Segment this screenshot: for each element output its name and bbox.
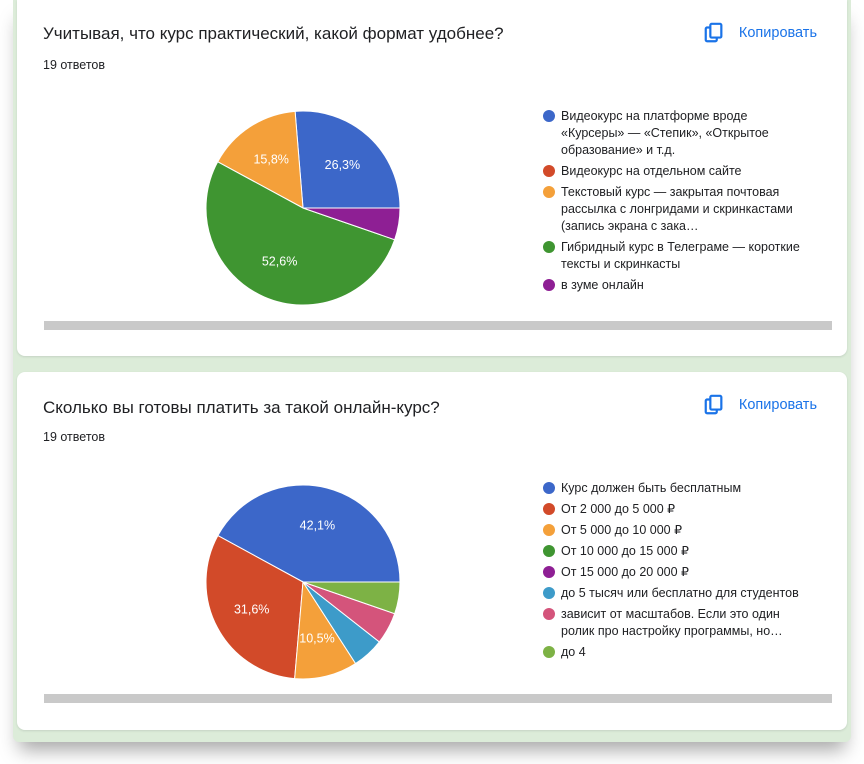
- horizontal-scrollbar[interactable]: [44, 694, 832, 703]
- legend-item[interactable]: Видеокурс на отдельном сайте: [543, 163, 803, 180]
- legend-color-dot: [543, 186, 555, 198]
- copy-icon: [704, 22, 723, 43]
- legend-label: От 2 000 до 5 000 ₽: [561, 502, 676, 516]
- legend-color-dot: [543, 646, 555, 658]
- chart-legend: Курс должен быть бесплатным От 2 000 до 5…: [543, 480, 803, 665]
- legend-color-dot: [543, 165, 555, 177]
- copy-chart-button[interactable]: Копировать: [703, 394, 817, 416]
- response-count: 19 ответов: [43, 430, 105, 444]
- legend-color-dot: [543, 545, 555, 557]
- question-card-price: Сколько вы готовы платить за такой онлай…: [17, 372, 847, 730]
- legend-item[interactable]: От 5 000 до 10 000 ₽: [543, 522, 803, 539]
- response-count: 19 ответов: [43, 58, 105, 72]
- horizontal-scrollbar[interactable]: [44, 321, 832, 330]
- legend-item[interactable]: Курс должен быть бесплатным: [543, 480, 803, 497]
- legend-item[interactable]: Текстовый курс — закрытая почтовая рассы…: [543, 184, 803, 235]
- pie-chart: 26,3% 15,8% 52,6%: [205, 110, 401, 306]
- legend-color-dot: [543, 241, 555, 253]
- legend-label: От 10 000 до 15 000 ₽: [561, 544, 690, 558]
- legend-color-dot: [543, 566, 555, 578]
- legend-item[interactable]: Видеокурс на платформе вроде «Курсеры» —…: [543, 108, 803, 159]
- legend-color-dot: [543, 608, 555, 620]
- legend-label: зависит от масштабов. Если это один роли…: [561, 607, 783, 638]
- chart-legend: Видеокурс на платформе вроде «Курсеры» —…: [543, 108, 803, 298]
- question-card-format: Учитывая, что курс практический, какой ф…: [17, 0, 847, 356]
- legend-color-dot: [543, 503, 555, 515]
- legend-item[interactable]: От 10 000 до 15 000 ₽: [543, 543, 803, 560]
- legend-label: От 15 000 до 20 000 ₽: [561, 565, 690, 579]
- slice-percent-label: 52,6%: [262, 254, 297, 268]
- legend-label: От 5 000 до 10 000 ₽: [561, 523, 683, 537]
- pie-chart: 42,1% 31,6% 10,5%: [205, 484, 401, 680]
- question-title: Сколько вы готовы платить за такой онлай…: [43, 398, 440, 417]
- copy-label: Копировать: [738, 397, 817, 413]
- legend-item[interactable]: зависит от масштабов. Если это один роли…: [543, 606, 803, 640]
- legend-label: Гибридный курс в Телеграме — короткие те…: [561, 240, 800, 271]
- legend-item[interactable]: От 15 000 до 20 000 ₽: [543, 564, 803, 581]
- slice-percent-label: 10,5%: [299, 632, 334, 646]
- legend-label: Видеокурс на платформе вроде «Курсеры» —…: [561, 109, 769, 157]
- slice-percent-label: 15,8%: [253, 152, 288, 166]
- legend-label: Видеокурс на отдельном сайте: [561, 164, 742, 178]
- slice-percent-label: 26,3%: [325, 158, 360, 172]
- slice-percent-label: 31,6%: [234, 603, 269, 617]
- legend-color-dot: [543, 482, 555, 494]
- legend-label: Текстовый курс — закрытая почтовая рассы…: [561, 185, 793, 233]
- legend-item[interactable]: до 5 тысяч или бесплатно для студентов: [543, 585, 803, 602]
- copy-label: Копировать: [738, 25, 817, 41]
- legend-color-dot: [543, 524, 555, 536]
- legend-item[interactable]: От 2 000 до 5 000 ₽: [543, 501, 803, 518]
- legend-item[interactable]: в зуме онлайн: [543, 277, 803, 294]
- legend-label: в зуме онлайн: [561, 278, 644, 292]
- legend-label: до 5 тысяч или бесплатно для студентов: [561, 586, 799, 600]
- legend-item[interactable]: до 4: [543, 644, 803, 661]
- copy-chart-button[interactable]: Копировать: [703, 22, 817, 44]
- copy-icon: [704, 394, 723, 415]
- question-title: Учитывая, что курс практический, какой ф…: [43, 24, 504, 43]
- slice-percent-label: 42,1%: [300, 519, 335, 533]
- legend-color-dot: [543, 110, 555, 122]
- legend-color-dot: [543, 587, 555, 599]
- legend-label: Курс должен быть бесплатным: [561, 481, 742, 495]
- legend-label: до 4: [561, 645, 586, 659]
- legend-color-dot: [543, 279, 555, 291]
- legend-item[interactable]: Гибридный курс в Телеграме — короткие те…: [543, 239, 803, 273]
